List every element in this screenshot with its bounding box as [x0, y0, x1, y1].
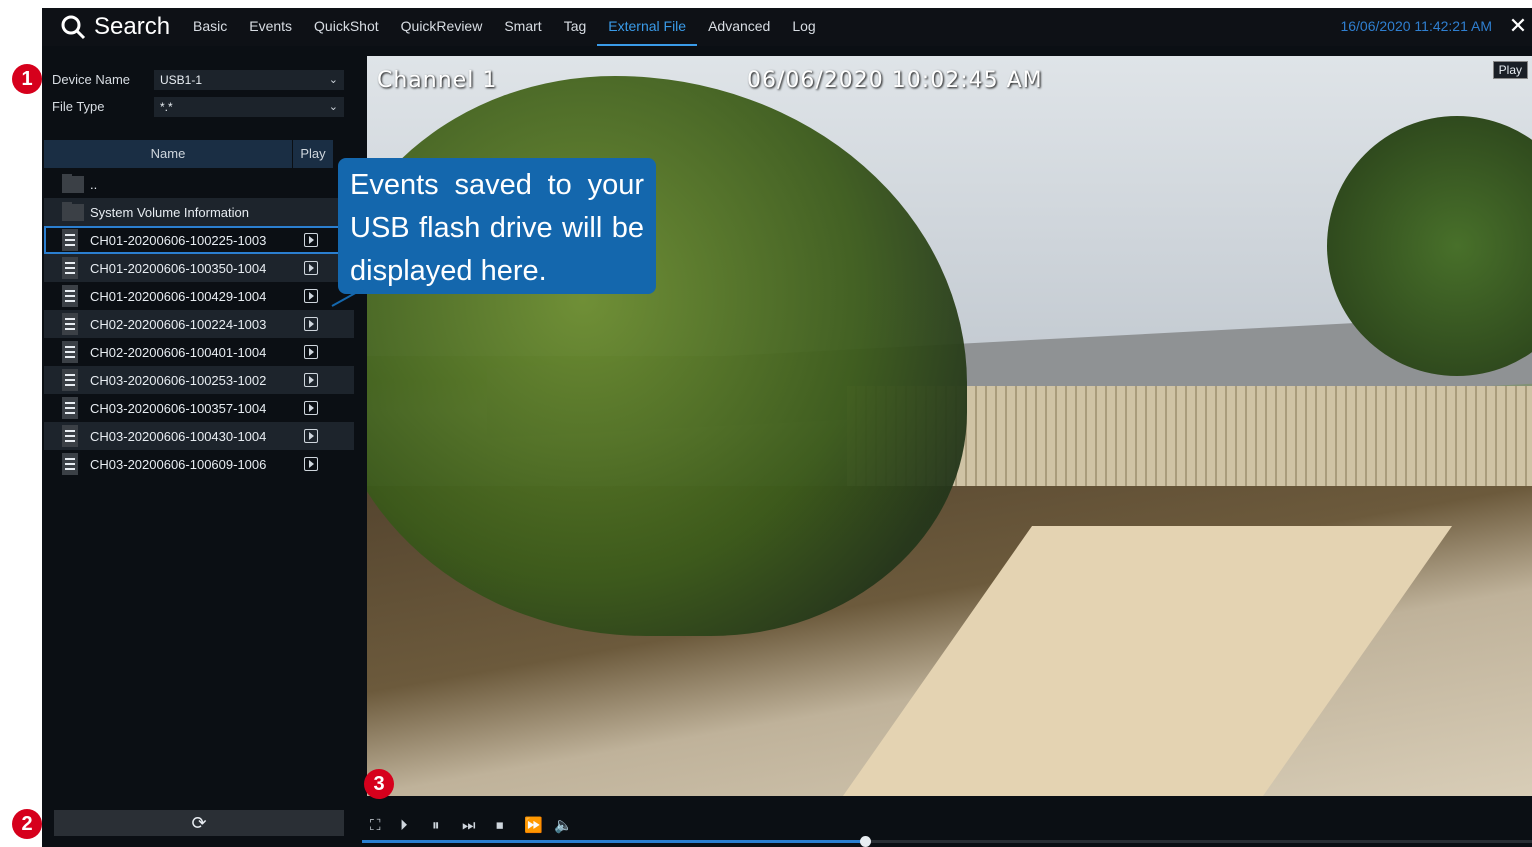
folder-icon: [62, 201, 84, 223]
folder-row[interactable]: System Volume Information: [44, 198, 354, 226]
file-icon: [62, 341, 78, 363]
device-name-value: USB1-1: [160, 73, 203, 87]
chevron-down-icon: ⌄: [328, 101, 338, 113]
file-icon: [62, 369, 78, 391]
file-name: CH01-20200606-100350-1004: [90, 260, 267, 276]
device-name-label: Device Name: [52, 72, 131, 87]
file-row[interactable]: CH01-20200606-100225-1003: [44, 226, 354, 254]
playback-controls: ⛶ ⏵ ⏸ ⏭ ⏹ ⏩ 🔈: [362, 800, 1532, 847]
play-icon[interactable]: [304, 401, 318, 415]
chevron-down-icon: ⌄: [328, 74, 338, 86]
page-title: Search: [94, 13, 171, 40]
tab-quickshot[interactable]: QuickShot: [303, 8, 390, 46]
close-icon[interactable]: ✕: [1506, 14, 1530, 38]
playback-progress-knob[interactable]: [860, 836, 872, 847]
file-name: CH02-20200606-100224-1003: [90, 316, 267, 332]
stop-icon[interactable]: ⏹: [496, 818, 504, 834]
file-row[interactable]: CH03-20200606-100430-1004: [44, 422, 354, 450]
file-type-select[interactable]: *.* ⌄: [154, 97, 344, 117]
file-row[interactable]: CH03-20200606-100253-1002: [44, 366, 354, 394]
search-app-window: Search Basic Events QuickShot QuickReview Sm…: [42, 8, 1532, 847]
step-marker-2: 2: [12, 809, 42, 839]
file-row[interactable]: CH02-20200606-100224-1003: [44, 310, 354, 338]
file-icon: [62, 257, 78, 279]
tab-tag[interactable]: Tag: [553, 8, 598, 46]
tab-basic[interactable]: Basic: [182, 8, 238, 46]
play-icon[interactable]: [304, 345, 318, 359]
file-row[interactable]: CH02-20200606-100401-1004: [44, 338, 354, 366]
file-row[interactable]: CH03-20200606-100609-1006: [44, 450, 354, 478]
search-header: Search: [60, 13, 170, 41]
tab-smart[interactable]: Smart: [493, 8, 552, 46]
tab-bar: Basic Events QuickShot QuickReview Smart Tag E…: [182, 8, 827, 46]
play-icon[interactable]: [304, 373, 318, 387]
column-play[interactable]: Play: [293, 140, 334, 168]
channel-label: Channel 1: [377, 68, 498, 93]
file-type-label: File Type: [52, 99, 105, 114]
tab-quickreview[interactable]: QuickReview: [390, 8, 494, 46]
video-timestamp: 06/06/2020 10:02:45 AM: [747, 68, 1043, 93]
volume-icon[interactable]: 🔈: [554, 818, 573, 834]
file-name: CH03-20200606-100357-1004: [90, 400, 267, 416]
file-row[interactable]: CH03-20200606-100357-1004: [44, 394, 354, 422]
file-icon: [62, 425, 78, 447]
system-datetime: 16/06/2020 11:42:21 AM: [1340, 18, 1492, 34]
step-marker-3: 3: [364, 769, 394, 799]
top-bar: Search Basic Events QuickShot QuickReview Sm…: [42, 8, 1532, 46]
file-list: .. System Volume Information CH01-20200606…: [44, 170, 354, 478]
tab-events[interactable]: Events: [238, 8, 303, 46]
folder-icon: [62, 173, 84, 195]
file-name: CH01-20200606-100429-1004: [90, 288, 267, 304]
file-row[interactable]: CH01-20200606-100350-1004: [44, 254, 354, 282]
fast-forward-icon[interactable]: ⏩: [524, 818, 543, 834]
pause-icon[interactable]: ⏸: [432, 818, 440, 834]
file-name: System Volume Information: [90, 204, 249, 220]
file-type-value: *.*: [160, 100, 173, 114]
play-icon[interactable]: [304, 317, 318, 331]
file-name: CH02-20200606-100401-1004: [90, 344, 267, 360]
file-name: CH03-20200606-100609-1006: [90, 456, 267, 472]
folder-row[interactable]: ..: [44, 170, 354, 198]
file-panel: Device Name USB1-1 ⌄ File Type *.* ⌄ Nam…: [42, 56, 354, 847]
file-name: CH03-20200606-100430-1004: [90, 428, 267, 444]
tab-external-file[interactable]: External File: [597, 8, 698, 46]
play-icon[interactable]: [304, 261, 318, 275]
file-table-header: Name Play: [44, 140, 334, 168]
play-icon[interactable]: [304, 233, 318, 247]
device-name-select[interactable]: USB1-1 ⌄: [154, 70, 344, 90]
play-icon[interactable]: [304, 429, 318, 443]
tab-log[interactable]: Log: [781, 8, 826, 46]
tab-advanced[interactable]: Advanced: [697, 8, 781, 46]
search-icon: [61, 15, 86, 40]
file-name: CH03-20200606-100253-1002: [90, 372, 267, 388]
callout-annotation: Events saved to your USB flash drive wil…: [338, 158, 656, 294]
file-name: CH01-20200606-100225-1003: [90, 232, 267, 248]
fullscreen-icon[interactable]: ⛶: [370, 818, 381, 834]
play-icon[interactable]: [304, 457, 318, 471]
file-name: ..: [90, 176, 98, 192]
file-icon: [62, 229, 78, 251]
file-icon: [62, 313, 78, 335]
slow-forward-icon[interactable]: ⏵: [400, 818, 408, 834]
column-name[interactable]: Name: [44, 140, 293, 168]
frame-step-icon[interactable]: ⏭: [462, 818, 476, 834]
play-status-badge: Play: [1492, 61, 1528, 79]
playback-progress-track[interactable]: [362, 840, 1532, 843]
file-icon: [62, 397, 78, 419]
playback-progress-fill: [362, 840, 866, 843]
step-marker-1: 1: [12, 64, 42, 94]
file-row[interactable]: CH01-20200606-100429-1004: [44, 282, 354, 310]
file-icon: [62, 285, 78, 307]
refresh-button[interactable]: ⟳: [54, 810, 344, 836]
refresh-icon: ⟳: [191, 812, 207, 833]
play-icon[interactable]: [304, 289, 318, 303]
file-icon: [62, 453, 78, 475]
